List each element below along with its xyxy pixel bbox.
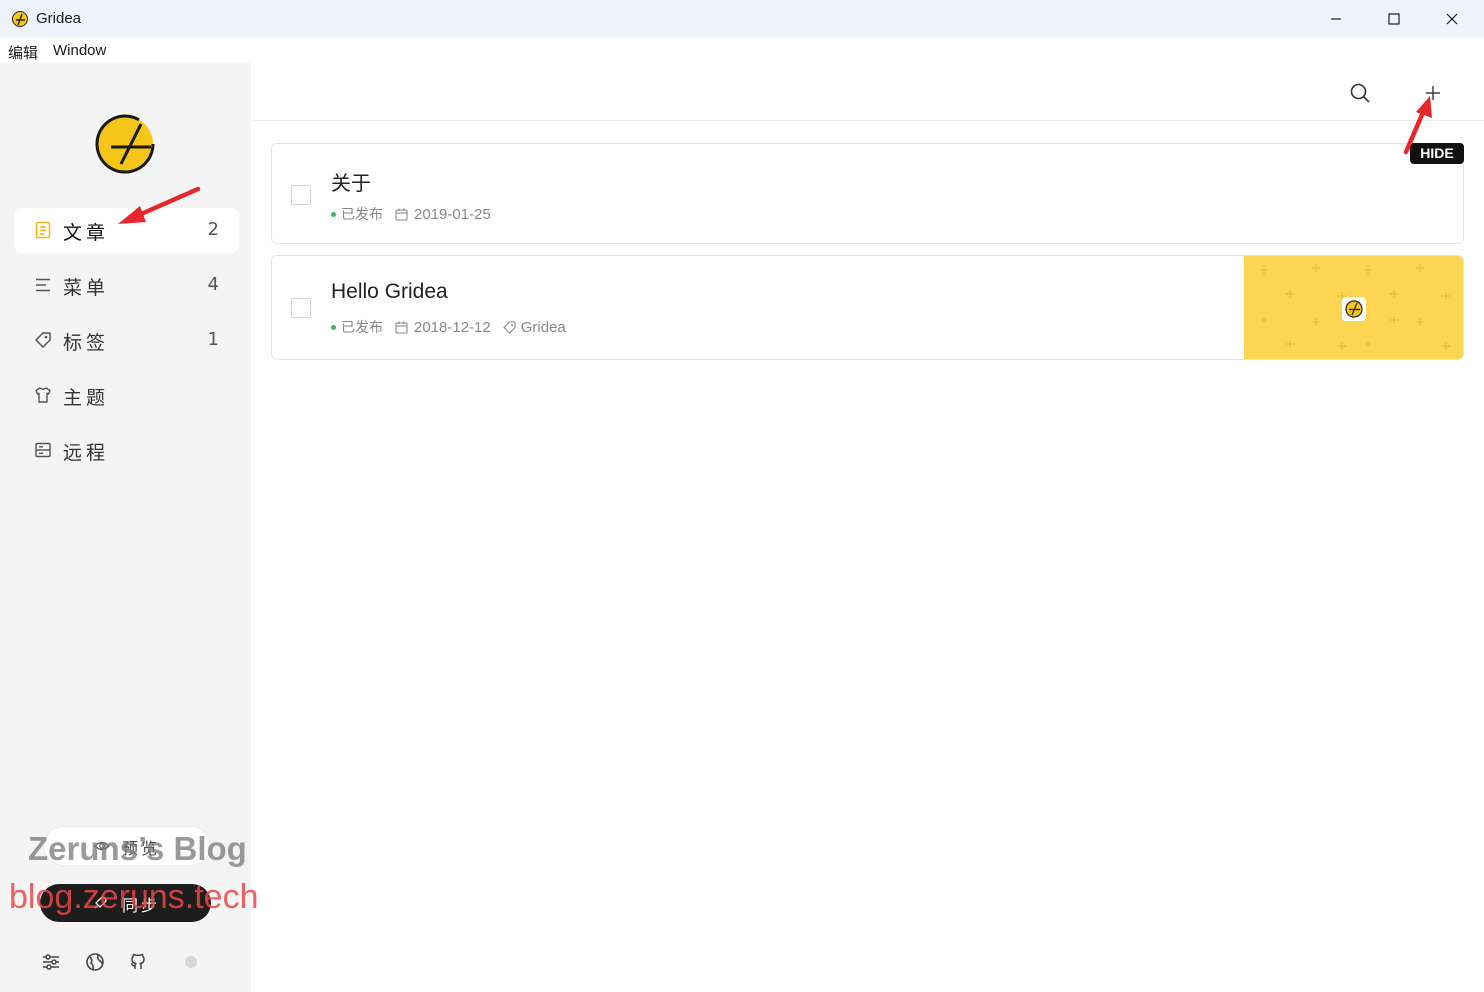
status-dot (185, 956, 197, 968)
published-dot (331, 211, 336, 217)
sidebar-item-remote[interactable]: 远程 (14, 428, 239, 473)
menu-window[interactable]: Window (53, 42, 106, 59)
post-title: 关于 (331, 171, 371, 195)
post-meta: 已发布 2019-01-25 (331, 205, 503, 223)
gridea-logo-icon (12, 11, 28, 27)
post-card[interactable]: 关于 已发布 2019-01-25 (271, 143, 1464, 244)
sidebar-item-menu[interactable]: 菜单 4 (14, 263, 239, 308)
calendar-icon (395, 208, 408, 221)
watermark-blog-name: Zeruns’s Blog (28, 830, 247, 867)
tag-icon (35, 332, 51, 348)
close-button[interactable] (1423, 0, 1481, 38)
menu-edit[interactable]: 编辑 (8, 42, 38, 63)
post-date: 2019-01-25 (414, 205, 491, 223)
main-header (251, 63, 1484, 121)
window-title: Gridea (36, 10, 82, 27)
maximize-button[interactable] (1365, 0, 1423, 38)
gridea-logo-icon (1342, 297, 1366, 321)
post-checkbox[interactable] (291, 298, 311, 318)
gridea-logo (95, 114, 155, 174)
minimize-icon (1331, 18, 1341, 20)
post-title: Hello Gridea (331, 280, 448, 303)
github-icon[interactable] (128, 952, 148, 972)
title-bar: Gridea (0, 0, 1484, 38)
sidebar-item-label: 远程 (63, 442, 110, 464)
sidebar-item-themes[interactable]: 主题 (14, 373, 239, 418)
sidebar-item-label: 主题 (63, 387, 110, 409)
maximize-icon (1388, 13, 1400, 25)
search-icon[interactable] (1349, 82, 1371, 104)
settings-sliders-icon[interactable] (41, 952, 61, 972)
menu-bar: 编辑 Window (0, 38, 1484, 63)
post-meta: 已发布 2018-12-12 Gridea (331, 318, 566, 336)
sidebar-footer (0, 948, 251, 978)
article-icon (35, 221, 51, 239)
sidebar-item-articles[interactable]: 文章 2 (14, 208, 239, 253)
sidebar-item-count: 4 (207, 274, 219, 295)
post-feature-image (1244, 256, 1463, 359)
published-dot (331, 324, 336, 330)
sidebar-item-count: 2 (207, 219, 219, 240)
watermark-blog-url: blog.zeruns.tech (9, 878, 259, 916)
server-icon (35, 442, 51, 458)
post-status: 已发布 (341, 207, 383, 223)
sidebar-item-count: 1 (207, 329, 219, 350)
close-icon (1446, 13, 1458, 25)
post-checkbox[interactable] (291, 185, 311, 205)
post-card[interactable]: Hello Gridea 已发布 2018-12-12 Gridea (271, 255, 1464, 360)
sidebar-item-label: 文章 (63, 222, 110, 244)
tag-icon (503, 320, 516, 334)
post-tag: Gridea (520, 318, 566, 336)
menu-icon (36, 278, 50, 292)
calendar-icon (395, 321, 408, 334)
sidebar-item-label: 标签 (63, 332, 110, 354)
sidebar-item-tags[interactable]: 标签 1 (14, 318, 239, 363)
globe-icon[interactable] (85, 952, 105, 972)
minimize-button[interactable] (1307, 0, 1365, 38)
post-date: 2018-12-12 (414, 318, 491, 336)
post-status: 已发布 (341, 320, 383, 336)
hide-badge: HIDE (1410, 143, 1464, 164)
shirt-icon (35, 387, 51, 403)
add-icon[interactable] (1422, 82, 1444, 104)
sidebar-item-label: 菜单 (63, 277, 110, 299)
